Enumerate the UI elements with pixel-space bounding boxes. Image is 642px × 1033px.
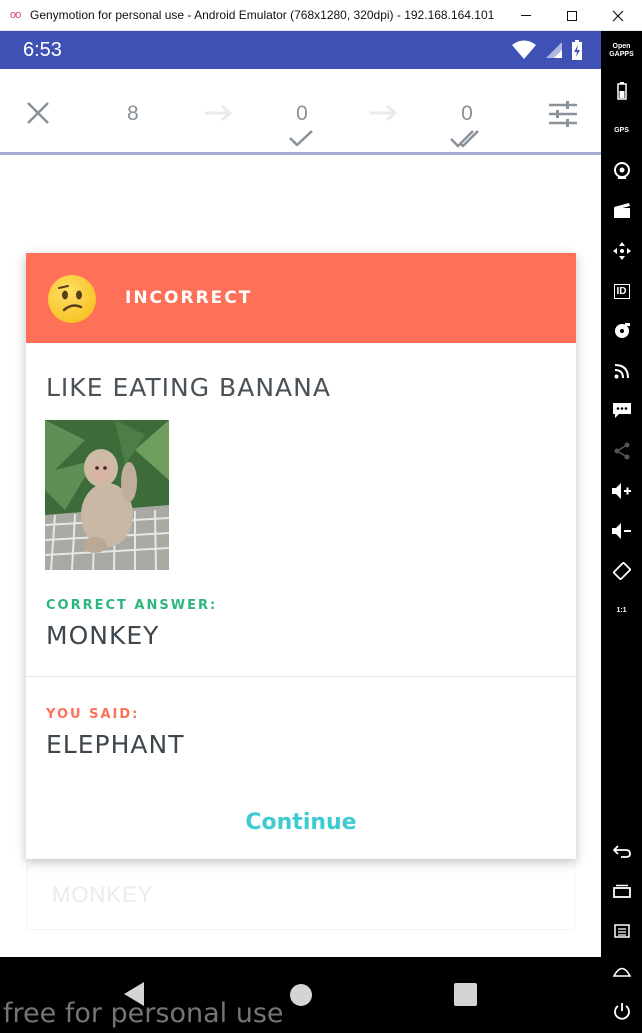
camera-tool-button[interactable] (601, 151, 642, 191)
back-arrow-icon (612, 845, 631, 858)
id-label: ID (616, 285, 627, 297)
maximize-button[interactable] (549, 0, 595, 31)
session-toolbar: 8 0 0 (0, 69, 601, 155)
genymotion-logo: oo (10, 9, 21, 21)
monkey-photo (45, 420, 169, 570)
volume-up-icon (611, 483, 631, 499)
you-said-label: YOU SAID: (46, 707, 140, 722)
side-back-button[interactable] (601, 831, 642, 871)
status-clock: 6:53 (23, 39, 62, 61)
correct-answer-label: CORRECT ANSWER: (46, 598, 218, 613)
rss-icon (614, 364, 629, 379)
home-icon (612, 967, 631, 977)
gps-label: GPS (614, 127, 629, 134)
side-recents-button[interactable] (601, 871, 642, 911)
arrow-right-icon-2 (370, 104, 398, 125)
sliders-icon (549, 101, 577, 127)
dialog-header: INCORRECT (26, 253, 576, 343)
battery-charging-icon (572, 40, 582, 60)
status-icons (511, 39, 583, 61)
android-status-bar: 6:53 (0, 31, 601, 69)
volume-down-icon (611, 523, 631, 539)
maximize-icon (567, 10, 577, 21)
remote-control-tool-button[interactable] (601, 231, 642, 271)
power-button[interactable] (601, 991, 642, 1031)
share-tool-button[interactable] (601, 431, 642, 471)
close-icon (27, 102, 49, 124)
open-gapps-button[interactable]: Open GAPPS (601, 31, 642, 71)
new-count: 8 (127, 102, 139, 125)
battery-tool-button[interactable] (601, 71, 642, 111)
minimize-icon (521, 15, 531, 16)
wifi-icon (512, 40, 536, 59)
home-nav-button[interactable] (289, 983, 313, 1007)
window-titlebar: oo Genymotion for personal use - Android… (0, 0, 642, 31)
recents-nav-button[interactable] (454, 983, 477, 1006)
volume-up-button[interactable] (601, 471, 642, 511)
confused-face-icon (48, 275, 96, 323)
side-home-button[interactable] (601, 951, 642, 991)
window-title: Genymotion for personal use - Android Em… (30, 8, 495, 22)
open-gapps-label: Open GAPPS (609, 43, 634, 58)
battery-icon (616, 82, 627, 100)
device-id-tool-button[interactable]: ID (601, 271, 642, 311)
close-session-button[interactable] (26, 101, 50, 129)
learned-counter: 0 (292, 102, 312, 126)
dialog-title: INCORRECT (125, 288, 253, 308)
double-check-icon (450, 130, 479, 148)
sms-icon (612, 403, 631, 418)
answer-option-text: MONKEY (52, 882, 154, 907)
incorrect-dialog: INCORRECT LIKE EATING BANANA CORRECT ANS… (26, 253, 576, 859)
id-icon: ID (613, 283, 630, 299)
new-words-counter: 8 (127, 102, 139, 126)
emulator-side-toolbar: Open GAPPS GPS ID 1:1 (601, 31, 642, 1033)
phone-sms-tool-button[interactable] (601, 391, 642, 431)
pixel-perfect-button[interactable]: 1:1 (601, 591, 642, 631)
menu-icon (613, 924, 630, 938)
network-tool-button[interactable] (601, 351, 642, 391)
gps-tool-button[interactable]: GPS (601, 111, 642, 151)
power-icon (613, 1003, 630, 1020)
screencast-tool-button[interactable] (601, 191, 642, 231)
clapperboard-icon (613, 203, 630, 218)
mastered-counter: 0 (457, 102, 477, 126)
learned-count: 0 (296, 102, 308, 125)
mastered-count: 0 (461, 102, 473, 125)
share-icon (614, 442, 629, 460)
recents-icon (612, 884, 631, 898)
settings-button[interactable] (548, 100, 578, 132)
answer-option-card[interactable]: MONKEY (27, 858, 575, 930)
check-icon (289, 130, 313, 146)
aspect-label: 1:1 (616, 607, 627, 614)
signal-icon (546, 42, 562, 58)
close-window-icon (612, 10, 624, 21)
user-answer-text: ELEPHANT (46, 730, 185, 759)
volume-down-button[interactable] (601, 511, 642, 551)
rotate-button[interactable] (601, 551, 642, 591)
correct-answer-text: MONKEY (46, 621, 160, 650)
webcam-icon (613, 162, 630, 179)
close-window-button[interactable] (595, 0, 641, 31)
arrow-right-icon (205, 104, 233, 125)
minimize-button[interactable] (503, 0, 549, 31)
disk-io-tool-button[interactable] (601, 311, 642, 351)
side-menu-button[interactable] (601, 911, 642, 951)
continue-button[interactable]: Continue (26, 810, 576, 835)
disk-icon (614, 323, 630, 338)
personal-use-watermark: free for personal use (3, 998, 284, 1029)
question-text: LIKE EATING BANANA (46, 373, 331, 402)
dialog-divider (26, 676, 576, 677)
rotate-icon (612, 562, 631, 580)
dpad-icon (612, 242, 631, 260)
